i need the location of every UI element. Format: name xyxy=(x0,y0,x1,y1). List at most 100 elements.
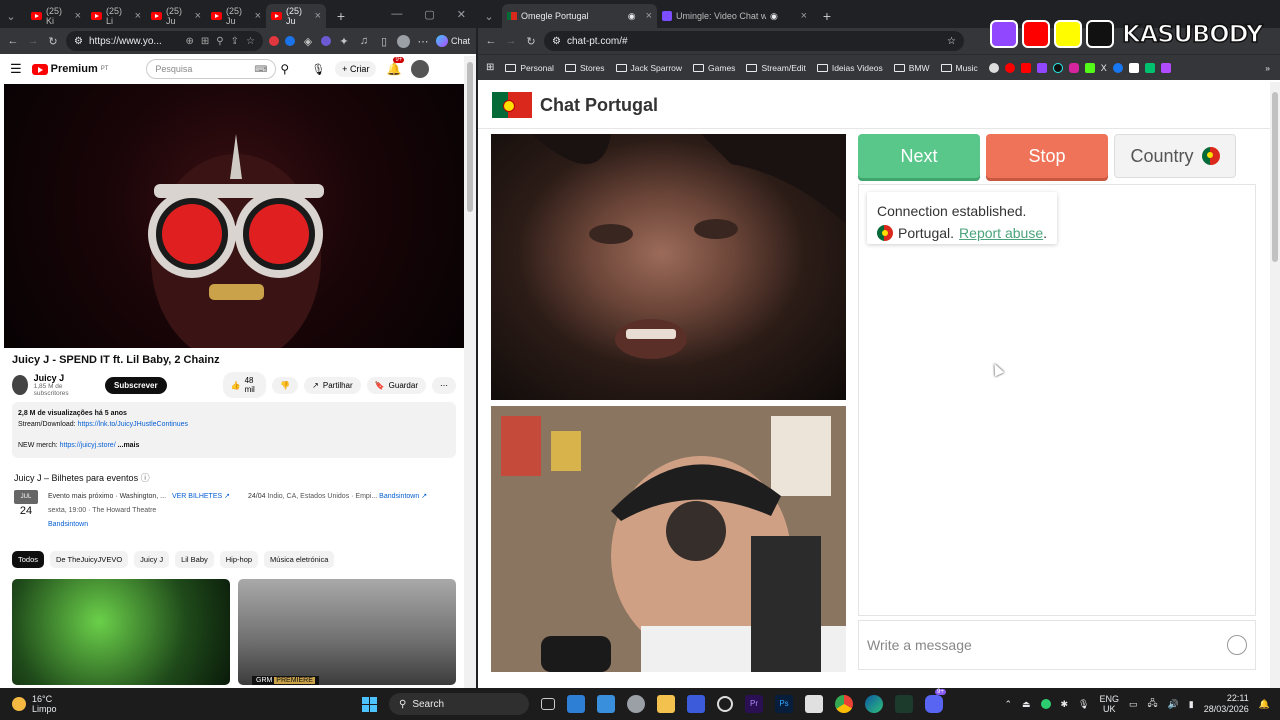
bookmark-youtube-studio-icon[interactable] xyxy=(1020,62,1031,73)
chrome-icon[interactable] xyxy=(835,695,853,713)
extension-blue-icon[interactable] xyxy=(284,36,295,46)
bookmark-ideias-videos[interactable]: Ideias Videos xyxy=(816,63,883,73)
tab-list-icon[interactable]: ⌄ xyxy=(482,9,496,23)
bookmark-bmw[interactable]: BMW xyxy=(893,63,930,73)
next-button[interactable]: Next xyxy=(858,134,980,178)
translate-icon[interactable]: ⊕ xyxy=(186,36,194,47)
bookmark-kick-icon[interactable] xyxy=(1084,62,1095,73)
bookmark-stream-edit[interactable]: Stream/Edit xyxy=(746,63,806,73)
share-icon[interactable]: ⇪ xyxy=(231,36,239,47)
extension-red-icon[interactable] xyxy=(268,36,279,46)
language-indicator[interactable]: ENG UK xyxy=(1099,694,1119,714)
tab-youtube-5-active[interactable]: (25) Ju × xyxy=(266,4,326,28)
new-tab-icon[interactable]: + xyxy=(820,8,834,24)
more-actions-button[interactable]: ⋯ xyxy=(432,376,456,394)
dislike-button[interactable]: 👎 xyxy=(272,376,299,394)
right-address-bar[interactable]: ⚙ chat-pt.com/# ☆ xyxy=(544,31,964,51)
back-icon[interactable]: ← xyxy=(484,34,498,48)
site-info-icon[interactable]: ⚙ xyxy=(74,36,83,47)
close-tab-icon[interactable]: × xyxy=(646,10,652,22)
bookmark-x-icon[interactable]: X xyxy=(1101,63,1107,73)
minimize-icon[interactable]: — xyxy=(391,8,402,21)
bookmark-star-icon[interactable]: ☆ xyxy=(947,36,956,47)
forward-icon[interactable]: → xyxy=(504,34,518,48)
subscribe-button[interactable]: Subscrever xyxy=(105,376,167,394)
monitor-icon[interactable]: ▭ xyxy=(1129,699,1138,710)
video-description[interactable]: 2,8 M de visualizações há 5 anos Stream/… xyxy=(12,402,456,458)
apps-grid-icon[interactable]: ⊞ xyxy=(486,62,494,73)
tickets-link[interactable]: VER BILHETES xyxy=(172,493,222,500)
search-icon[interactable]: ⚲ xyxy=(280,62,289,76)
tab-youtube-1[interactable]: (25) Ki × xyxy=(26,4,86,28)
premiere-pro-icon[interactable]: Pr xyxy=(745,695,763,713)
tray-overflow-icon[interactable]: ⌃ xyxy=(1004,699,1012,710)
bookmark-stores[interactable]: Stores xyxy=(564,63,605,73)
bookmark-drive-icon[interactable] xyxy=(1128,62,1139,73)
tab-omegle-portugal[interactable]: Omegle Portugal ◉ × xyxy=(502,4,657,28)
close-window-icon[interactable]: ✕ xyxy=(457,8,466,21)
forward-icon[interactable]: → xyxy=(26,34,40,48)
site-info-icon[interactable]: ⚙ xyxy=(552,36,561,47)
bookmark-instagram-icon[interactable] xyxy=(1068,62,1079,73)
microphone-icon[interactable]: 🎙 xyxy=(311,63,325,76)
right-page-scrollbar[interactable] xyxy=(1270,82,1280,688)
related-video-thumbnail-2[interactable]: GRM PREMIERE xyxy=(238,579,456,685)
edge-icon[interactable] xyxy=(865,695,883,713)
tab-youtube-3[interactable]: (25) Ju × xyxy=(146,4,206,28)
maximize-icon[interactable]: ▢ xyxy=(424,8,434,21)
chip-vevo[interactable]: De TheJuicyJVEVO xyxy=(50,551,129,568)
usb-icon[interactable]: ⏏ xyxy=(1022,699,1031,710)
notes-icon[interactable] xyxy=(805,695,823,713)
keyboard-icon[interactable]: ⌨ xyxy=(254,64,267,75)
bookmark-twitch-icon[interactable] xyxy=(1036,62,1047,73)
chip-electronic[interactable]: Música eletrónica xyxy=(264,551,335,568)
show-more-link[interactable]: ...mais xyxy=(118,442,140,449)
site-title[interactable]: Chat Portugal xyxy=(540,95,658,116)
video-player[interactable] xyxy=(4,84,464,348)
media-icon[interactable]: ♫ xyxy=(357,34,371,48)
profile-avatar-icon[interactable] xyxy=(396,34,410,48)
extension-shield-icon[interactable]: ◈ xyxy=(301,34,315,48)
taskbar-search[interactable]: ⚲ Search xyxy=(389,693,529,715)
scrollbar-thumb[interactable] xyxy=(467,62,473,212)
chip-all[interactable]: Todos xyxy=(12,551,45,568)
back-icon[interactable]: ← xyxy=(6,34,20,48)
weather-widget[interactable]: 16°C Limpo xyxy=(12,694,212,714)
like-button[interactable]: 👍 48 mil xyxy=(222,372,267,398)
bookmark-music[interactable]: Music xyxy=(940,63,978,73)
windows-start-icon[interactable] xyxy=(362,696,377,712)
tray-mic-icon[interactable]: 🎙 xyxy=(1078,699,1089,710)
related-video-thumbnail-1[interactable] xyxy=(12,579,230,685)
bookmark-purple-icon[interactable] xyxy=(1160,62,1171,73)
chip-juicy-j[interactable]: Juicy J xyxy=(134,551,170,568)
network-icon[interactable]: 🖧 xyxy=(1148,696,1158,712)
bookmark-green-icon[interactable] xyxy=(1144,62,1155,73)
file-explorer-icon[interactable] xyxy=(657,695,675,713)
info-icon[interactable]: ⓘ xyxy=(141,473,150,483)
close-tab-icon[interactable]: × xyxy=(315,10,321,22)
close-tab-icon[interactable]: × xyxy=(801,10,807,22)
obs-recording-icon[interactable] xyxy=(717,696,733,712)
tray-green-icon[interactable] xyxy=(1040,699,1051,709)
tab-umingle[interactable]: Umingle: Video Chat with S ◉ × xyxy=(657,4,812,28)
photoshop-icon[interactable]: Ps xyxy=(775,695,793,713)
extension-purple-icon[interactable] xyxy=(320,36,331,46)
settings-gear-icon[interactable] xyxy=(627,695,645,713)
emoji-icon[interactable] xyxy=(1227,635,1247,655)
share-button[interactable]: ↗ Partilhar xyxy=(304,376,361,394)
close-tab-icon[interactable]: × xyxy=(135,10,141,22)
country-button[interactable]: Country xyxy=(1114,134,1236,178)
bookmark-star-icon[interactable]: ☆ xyxy=(246,36,255,47)
install-icon[interactable]: ⊞ xyxy=(201,36,209,47)
bookmark-chatgpt-icon[interactable] xyxy=(988,62,999,73)
chip-hip-hop[interactable]: Hip-hop xyxy=(219,551,259,568)
merch-link[interactable]: https://juicyj.store/ xyxy=(60,442,116,449)
message-input[interactable]: Write a message xyxy=(858,620,1256,670)
photos-icon[interactable] xyxy=(597,695,615,713)
tab-youtube-2[interactable]: (25) Li × xyxy=(86,4,146,28)
bookmark-facebook-icon[interactable] xyxy=(1112,62,1123,73)
left-page-scrollbar[interactable] xyxy=(464,56,476,688)
bookmark-youtube-icon[interactable] xyxy=(1004,62,1015,73)
more-bookmarks-icon[interactable]: » xyxy=(1265,63,1270,73)
user-avatar[interactable] xyxy=(411,60,430,78)
